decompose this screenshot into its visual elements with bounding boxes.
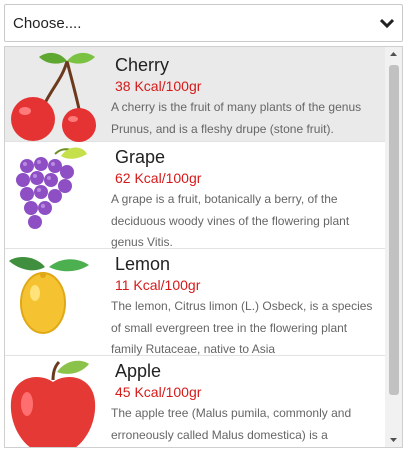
item-kcal: 11 Kcal/100gr [115, 277, 201, 293]
item-kcal: 62 Kcal/100gr [115, 170, 202, 186]
list-scrollbar[interactable] [385, 47, 402, 447]
item-name: Apple [115, 361, 162, 381]
list-item-cherry[interactable]: Cherry 38 Kcal/100gr A cherry is the fru… [5, 47, 385, 142]
item-name: Cherry [115, 55, 170, 75]
item-kcal: 38 Kcal/100gr [115, 78, 202, 94]
item-description: The apple tree (Malus pumila, commonly a… [111, 406, 352, 442]
item-description: A grape is a fruit, botanically a berry,… [111, 192, 350, 249]
item-description: A cherry is the fruit of many plants of … [111, 100, 362, 136]
list-item-grape[interactable]: Grape 62 Kcal/100gr A grape is a fruit, … [5, 142, 385, 249]
scroll-up-arrow-icon[interactable] [385, 47, 402, 61]
fruit-select[interactable]: Choose.... [4, 4, 403, 42]
cherry-icon [5, 47, 105, 142]
options-list: Cherry 38 Kcal/100gr A cherry is the fru… [5, 47, 385, 447]
scrollbar-thumb[interactable] [389, 65, 399, 395]
grape-icon [5, 142, 105, 248]
scroll-down-arrow-icon[interactable] [385, 433, 402, 447]
fruit-dropdown-list: Cherry 38 Kcal/100gr A cherry is the fru… [4, 46, 403, 448]
item-description: The lemon, Citrus limon (L.) Osbeck, is … [111, 299, 373, 356]
item-kcal: 45 Kcal/100gr [115, 384, 202, 400]
select-value: Choose.... [13, 15, 82, 32]
list-item-apple[interactable]: Apple 45 Kcal/100gr The apple tree (Malu… [5, 356, 385, 447]
apple-icon [5, 356, 105, 447]
item-name: Grape [115, 147, 166, 167]
list-item-lemon[interactable]: Lemon 11 Kcal/100gr The lemon, Citrus li… [5, 249, 385, 356]
item-name: Lemon [115, 254, 171, 274]
lemon-icon [5, 249, 105, 355]
chevron-down-icon[interactable] [380, 17, 394, 29]
